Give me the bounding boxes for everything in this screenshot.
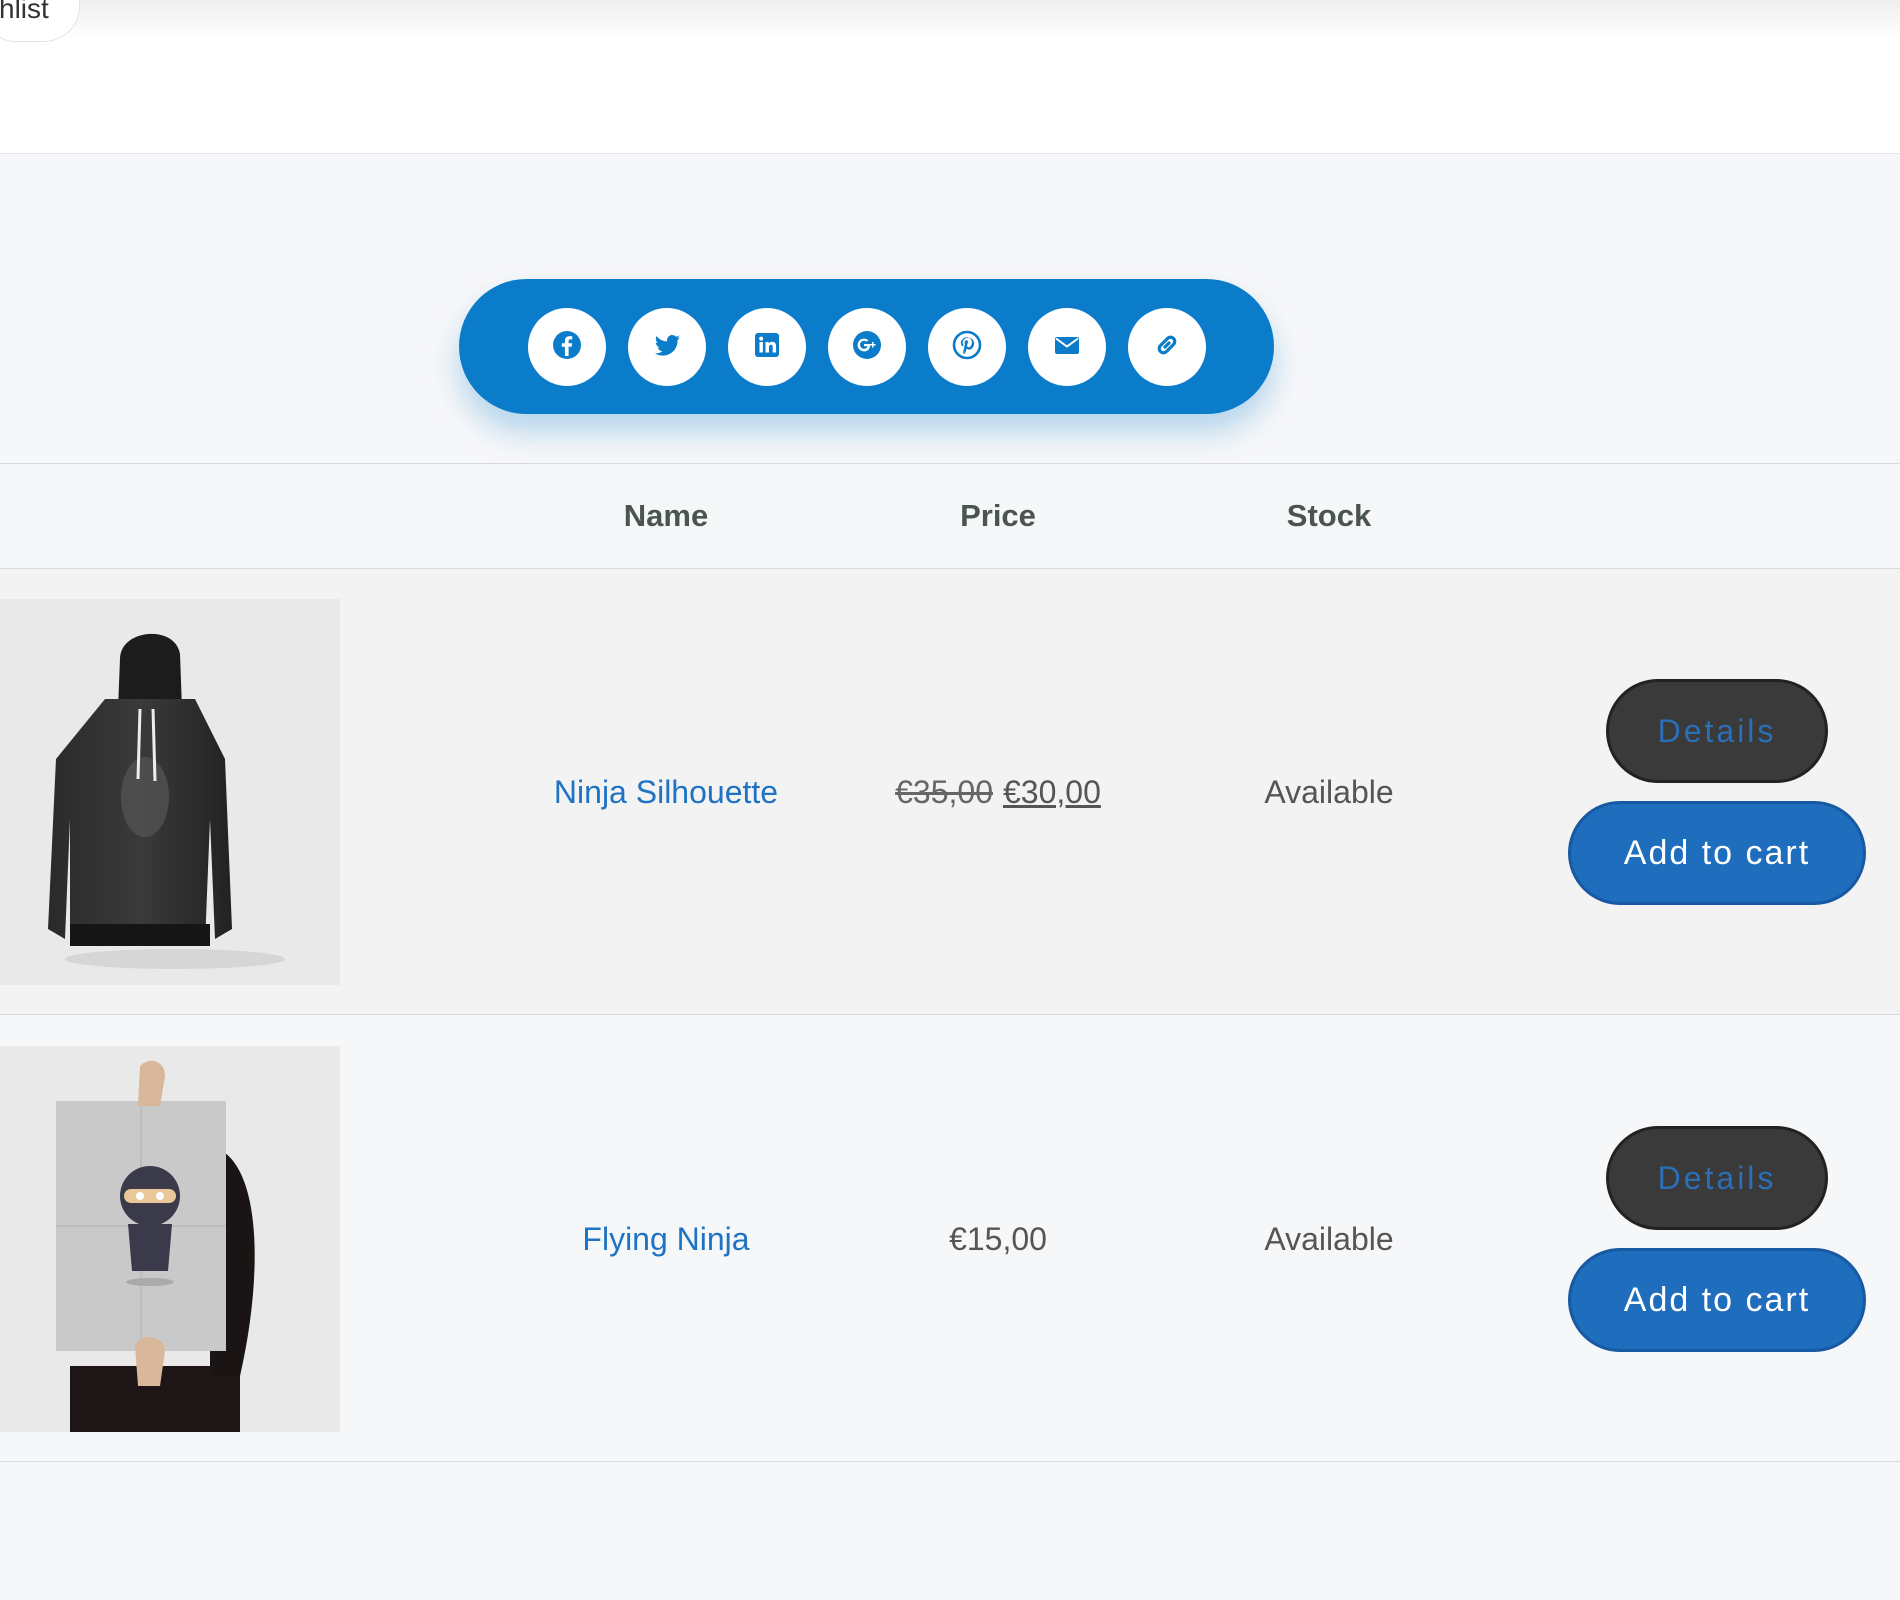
share-linkedin-button[interactable] <box>728 307 806 386</box>
linkedin-icon <box>751 329 783 364</box>
price-sale: €30,00 <box>1003 773 1101 810</box>
hoodie-image <box>48 633 285 969</box>
product-thumbnail[interactable] <box>0 1046 340 1432</box>
price-cell: €35,00 €30,00 <box>848 569 1148 1015</box>
share-facebook-button[interactable] <box>528 307 606 386</box>
table-row: Ninja Silhouette €35,00 €30,00 Available… <box>0 569 1900 1015</box>
google-plus-icon <box>851 329 883 364</box>
column-header-price: Price <box>960 498 1036 533</box>
add-to-cart-button[interactable]: Add to cart <box>1568 1248 1866 1352</box>
product-name-link[interactable]: Flying Ninja <box>582 1221 749 1258</box>
poster-image <box>56 1060 255 1432</box>
product-name-link[interactable]: Ninja Silhouette <box>554 774 778 811</box>
column-header-name: Name <box>623 498 709 533</box>
table-row: Flying Ninja €15,00 Available Details Ad… <box>0 1016 1900 1462</box>
share-pinterest-button[interactable] <box>928 307 1006 386</box>
email-icon <box>1051 329 1083 364</box>
share-email-button[interactable] <box>1028 307 1106 386</box>
facebook-icon <box>551 329 583 364</box>
column-header-stock: Stock <box>1286 498 1372 533</box>
wishlist-tab-label: hlist <box>0 0 49 24</box>
header-shadow <box>0 0 1900 40</box>
page-header: hlist <box>0 0 1900 154</box>
share-twitter-button[interactable] <box>628 307 706 386</box>
pinterest-icon <box>951 329 983 364</box>
twitter-icon <box>651 329 683 364</box>
link-icon <box>1151 329 1183 364</box>
stock-status: Available <box>1264 773 1394 810</box>
price-cell: €15,00 <box>848 1016 1148 1462</box>
share-google-plus-button[interactable] <box>828 307 906 386</box>
stock-status: Available <box>1264 1220 1394 1257</box>
add-to-cart-button[interactable]: Add to cart <box>1568 801 1866 905</box>
price-regular: €15,00 <box>949 1220 1047 1257</box>
wishlist-table-header: Name Price Stock <box>0 463 1900 569</box>
product-thumbnail[interactable] <box>0 599 340 985</box>
copy-link-button[interactable] <box>1128 307 1206 386</box>
details-button[interactable]: Details <box>1606 1126 1828 1230</box>
price-old: €35,00 <box>895 773 993 810</box>
details-button[interactable]: Details <box>1606 679 1828 783</box>
share-bar <box>459 279 1274 414</box>
